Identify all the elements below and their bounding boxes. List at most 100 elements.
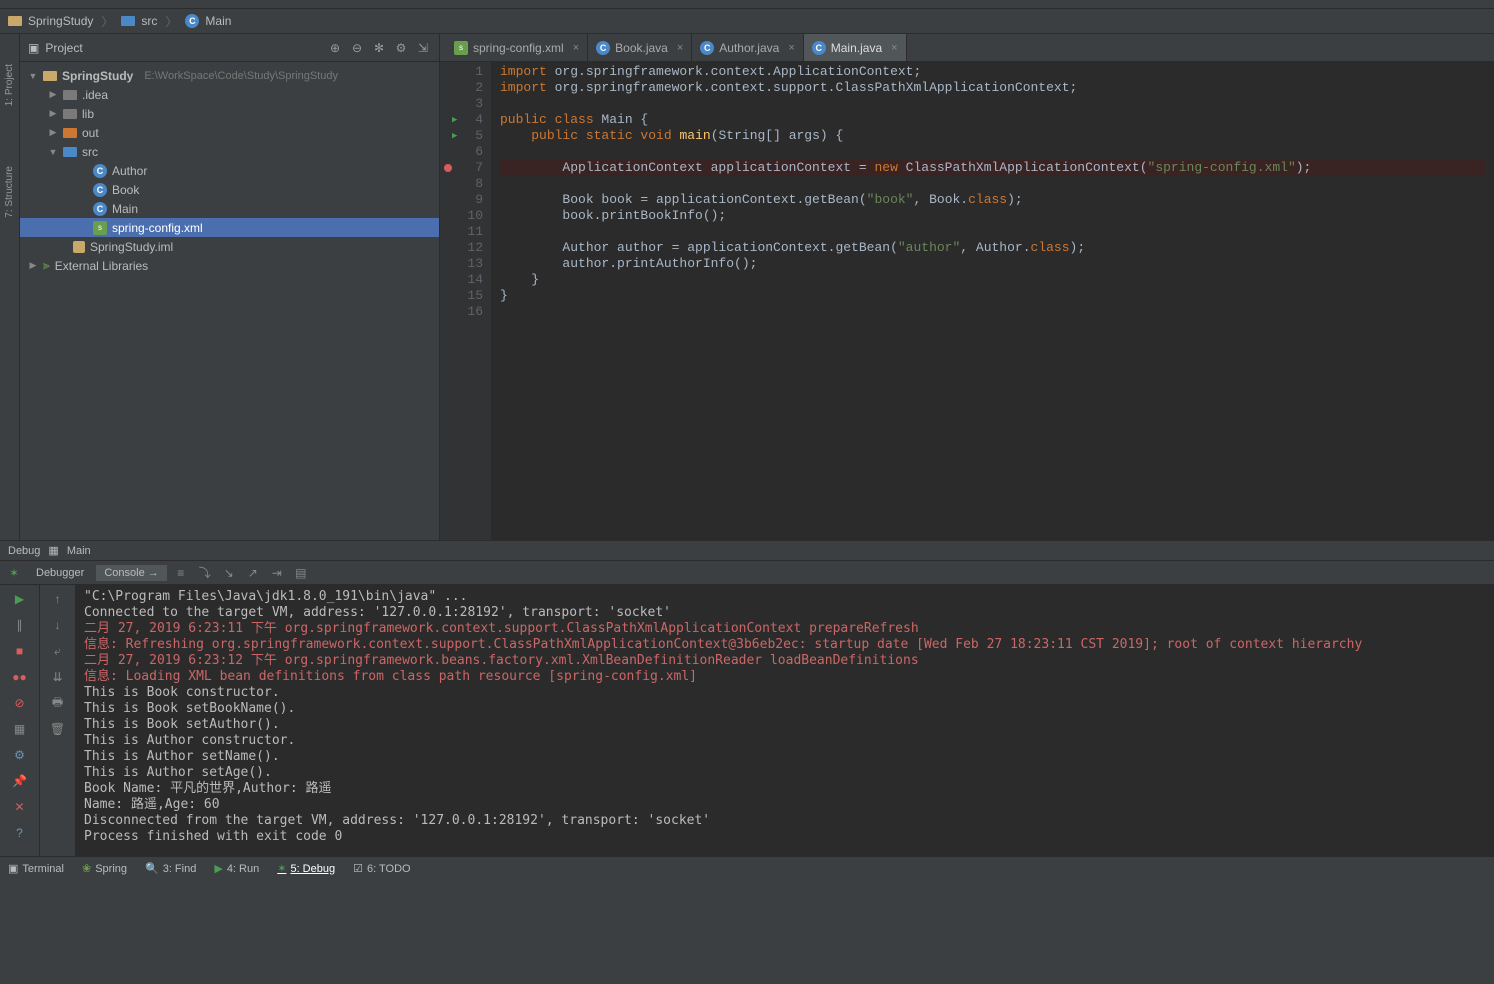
close-icon[interactable]: × (891, 42, 897, 54)
bug-icon[interactable]: ✶ (4, 563, 24, 583)
help-icon[interactable]: ? (10, 823, 30, 843)
editor-tab[interactable]: C Main.java × (804, 34, 907, 61)
run-marker-icon[interactable]: ▶ (452, 128, 457, 144)
step-into-icon[interactable]: ↘ (219, 563, 239, 583)
debug-side-controls: ▶ ∥ ■ ●● ⊘ ▦ ⚙ 📌 ✕ ? (0, 585, 40, 856)
panel-title: Project (45, 41, 321, 55)
rerun-icon[interactable]: ▶ (10, 589, 30, 609)
close-icon[interactable]: ✕ (10, 797, 30, 817)
terminal-icon: ▣ (8, 862, 18, 875)
project-tree[interactable]: ▼ SpringStudy E:\WorkSpace\Code\Study\Sp… (20, 62, 439, 540)
search-icon: 🔍 (145, 862, 159, 875)
tree-root[interactable]: ▼ SpringStudy E:\WorkSpace\Code\Study\Sp… (20, 66, 439, 85)
editor[interactable]: 1234▶5▶678910111213141516 import org.spr… (440, 62, 1494, 540)
layout-icon[interactable]: ▦ (10, 719, 30, 739)
bottom-debug[interactable]: ✶ 5: Debug (277, 862, 335, 875)
tab-label: Author.java (719, 41, 779, 55)
class-icon: C (185, 14, 199, 28)
panel-tool[interactable]: ✻ (371, 41, 387, 55)
debug-title: Debug (8, 545, 40, 557)
todo-icon: ☑ (353, 862, 363, 875)
run-to-cursor-icon[interactable]: ⇥ (267, 563, 287, 583)
debug-header: Debug ▦ Main (0, 541, 1494, 561)
clear-icon[interactable]: 🗑 (48, 719, 68, 739)
up-icon[interactable]: ↑ (48, 589, 68, 609)
editor-tab[interactable]: CAuthor.java× (692, 34, 803, 61)
debug-icon: ✶ (277, 862, 286, 875)
debug-body: ▶ ∥ ■ ●● ⊘ ▦ ⚙ 📌 ✕ ? ↑ ↓ ⤶ ⇊ 🖶 🗑 "C:\Pro… (0, 585, 1494, 856)
pause-icon[interactable]: ∥ (10, 615, 30, 635)
tab-debugger[interactable]: Debugger (28, 565, 92, 581)
run-marker-icon[interactable]: ▶ (452, 112, 457, 128)
editor-tab[interactable]: C Book.java × (588, 34, 692, 61)
line-number-gutter[interactable]: 1234▶5▶678910111213141516 (440, 62, 492, 540)
tab-label: Main.java (831, 41, 882, 55)
stop-icon[interactable]: ■ (10, 641, 30, 661)
breadcrumb-project[interactable]: SpringStudy (28, 14, 93, 28)
code-content[interactable]: import org.springframework.context.Appli… (492, 62, 1494, 540)
project-panel: ▣ Project ⊕ ⊖ ✻ ⚙ ⇲ ▼ SpringStudy E:\Wor… (20, 34, 440, 540)
close-icon[interactable]: × (573, 42, 579, 54)
project-panel-header: ▣ Project ⊕ ⊖ ✻ ⚙ ⇲ (20, 34, 439, 62)
tree-item-idea[interactable]: ▶ .idea (20, 85, 439, 104)
bottom-terminal[interactable]: ▣ Terminal (8, 862, 64, 875)
close-icon[interactable]: × (788, 42, 794, 54)
wrap-icon[interactable]: ⤶ (48, 641, 68, 661)
panel-tool[interactable]: ⊖ (349, 41, 365, 55)
breadcrumb-file[interactable]: Main (205, 14, 231, 28)
debug-panel: Debug ▦ Main ✶ Debugger Console → ≡ ⤵ ↘ … (0, 540, 1494, 856)
close-icon[interactable]: × (677, 42, 683, 54)
panel-tool[interactable]: ⚙ (393, 41, 409, 55)
xml-icon: s (454, 41, 468, 55)
tree-item-iml[interactable]: SpringStudy.iml (20, 237, 439, 256)
bottom-spring[interactable]: ❀ Spring (82, 862, 127, 875)
scroll-icon[interactable]: ⇊ (48, 667, 68, 687)
step-icon[interactable]: ≡ (171, 563, 191, 583)
editor-tabbar: sspring-config.xml× C Book.java × C Author.ja… (440, 34, 1494, 62)
tree-item-lib[interactable]: ▶ lib (20, 104, 439, 123)
panel-tool[interactable]: ⇲ (415, 41, 431, 55)
tree-item-book[interactable]: C Book (20, 180, 439, 199)
run-config-icon: ▦ (48, 544, 58, 557)
down-icon[interactable]: ↓ (48, 615, 68, 635)
class-icon: C (812, 41, 826, 55)
toolwindow-project[interactable]: 1: Project (4, 64, 15, 106)
print-icon[interactable]: 🖶 (48, 693, 68, 713)
tab-label: Book.java (615, 41, 668, 55)
step-over-icon[interactable]: ⤵ (195, 563, 215, 583)
menubar[interactable] (0, 0, 1494, 8)
debug-config[interactable]: Main (67, 545, 91, 557)
toolwindow-structure[interactable]: 7: Structure (4, 166, 15, 218)
class-icon: C (596, 41, 610, 55)
main-area: 1: Project 7: Structure ▣ Project ⊕ ⊖ ✻ … (0, 34, 1494, 540)
tree-item-spring-config[interactable]: s spring-config.xml (20, 218, 439, 237)
folder-icon (121, 16, 135, 26)
tree-item-external[interactable]: ▶⫸ External Libraries (20, 256, 439, 275)
editor-area: sspring-config.xml× C Book.java × C Author.ja… (440, 34, 1494, 540)
bottom-toolbar: ▣ Terminal ❀ Spring 🔍 3: Find ▶ 4: Run ✶… (0, 856, 1494, 880)
bottom-run[interactable]: ▶ 4: Run (214, 862, 259, 875)
step-out-icon[interactable]: ↗ (243, 563, 263, 583)
debug-toolbar: ✶ Debugger Console → ≡ ⤵ ↘ ↗ ⇥ ▤ (0, 561, 1494, 585)
tree-item-author[interactable]: C Author (20, 161, 439, 180)
evaluate-icon[interactable]: ▤ (291, 563, 311, 583)
console-side-controls: ↑ ↓ ⤶ ⇊ 🖶 🗑 (40, 585, 76, 856)
pin-icon[interactable]: 📌 (10, 771, 30, 791)
panel-tool[interactable]: ⊕ (327, 41, 343, 55)
breakpoints-icon[interactable]: ●● (10, 667, 30, 687)
breadcrumb-src[interactable]: src (141, 14, 157, 28)
settings-icon[interactable]: ⚙ (10, 745, 30, 765)
tree-item-src[interactable]: ▼ src (20, 142, 439, 161)
tree-item-out[interactable]: ▶ out (20, 123, 439, 142)
mute-bp-icon[interactable]: ⊘ (10, 693, 30, 713)
folder-icon (8, 16, 22, 26)
bottom-find[interactable]: 🔍 3: Find (145, 862, 196, 875)
spring-icon: ❀ (82, 862, 91, 875)
left-toolwindow-bar: 1: Project 7: Structure (0, 34, 20, 540)
editor-tab[interactable]: sspring-config.xml× (446, 34, 588, 61)
tab-console[interactable]: Console → (96, 565, 166, 581)
panel-icon: ▣ (28, 41, 39, 55)
bottom-todo[interactable]: ☑ 6: TODO (353, 862, 410, 875)
console-output[interactable]: "C:\Program Files\Java\jdk1.8.0_191\bin\… (76, 585, 1494, 856)
tree-item-main[interactable]: C Main (20, 199, 439, 218)
